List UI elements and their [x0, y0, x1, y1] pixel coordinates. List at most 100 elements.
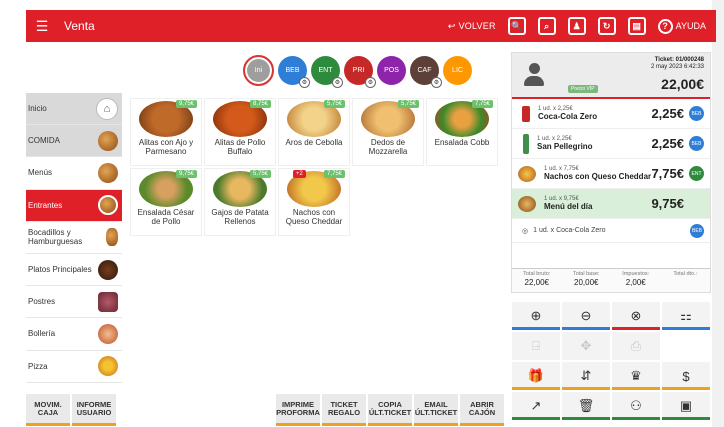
- menu-subline[interactable]: ◎ 1 ud. x Coca-Cola Zero BEB: [512, 219, 710, 243]
- product-tile[interactable]: 9,75€ Ensalada César de Pollo: [131, 169, 201, 235]
- category-circle-pos[interactable]: POS: [377, 56, 406, 85]
- add-icon[interactable]: ⊕: [512, 302, 560, 330]
- line-name: Menú del día: [544, 202, 593, 211]
- ticket-number: Ticket: 01/000248: [654, 57, 704, 63]
- sync-icon[interactable]: ↻: [597, 17, 616, 35]
- category-circle-beb[interactable]: BEB ⚙: [278, 56, 310, 88]
- gift-ticket-button[interactable]: TICKET REGALO: [322, 394, 366, 426]
- category-circle-ini[interactable]: Ini: [243, 55, 274, 86]
- sidebar-item-comida[interactable]: COMIDA: [26, 125, 122, 158]
- search-ticket-icon[interactable]: ⌕: [537, 17, 556, 35]
- product-tile[interactable]: 5,75€ Dedos de Mozzarella: [353, 99, 423, 165]
- product-tile[interactable]: 7,75€ Ensalada Cobb: [427, 99, 497, 165]
- split-icon[interactable]: ⚏: [662, 302, 710, 330]
- open-drawer-button[interactable]: ABRIR CAJÓN: [460, 394, 504, 426]
- total-base-label: Total base:: [572, 271, 600, 277]
- home-icon: ⌂: [96, 97, 118, 120]
- price-icon[interactable]: $: [662, 362, 710, 390]
- sidebar-item-inicio[interactable]: Inicio ⌂: [26, 93, 122, 126]
- total-base: Total base: 20,00€: [562, 269, 612, 292]
- ticket-actions: ⊕ ⊖ ⊗ ⚏ ⍈ ✥ ⎙ 🎁 ⇵ ♛ $ ↗ 🗑 ⚇ ▣: [512, 302, 710, 420]
- email-last-ticket-button[interactable]: EMAIL ÚLT.TICKET: [414, 394, 458, 426]
- help-icon: ?: [657, 18, 673, 34]
- category-circle-lic[interactable]: LIC: [443, 56, 472, 85]
- settings-mini-icon: ⚙: [431, 77, 442, 88]
- sidebar-item-bocadillos[interactable]: Bocadillos y Hamburguesas: [26, 221, 122, 254]
- sidebar-item-label: Entrantes: [28, 200, 63, 210]
- help-label: AYUDA: [675, 21, 706, 31]
- category-circle-ent[interactable]: ENT ⚙: [311, 56, 343, 88]
- transfer-icon[interactable]: ✥: [562, 332, 610, 360]
- line-category-badge: BEB: [689, 106, 704, 121]
- sidebar-item-entrantes[interactable]: Entrantes: [26, 189, 122, 222]
- price-badge: 5,75€: [323, 100, 345, 108]
- category-circle-label: PRI: [352, 67, 365, 74]
- copy-last-ticket-button[interactable]: COPIA ÚLT.TICKET: [368, 394, 412, 426]
- ticket-line[interactable]: 1 ud. x 7,75€ Nachos con Queso Cheddar 7…: [512, 159, 710, 189]
- swap-icon[interactable]: ⇵: [562, 362, 610, 390]
- customer-avatar-icon: [524, 63, 544, 87]
- gift-icon[interactable]: 🎁: [512, 362, 560, 390]
- menu-icon[interactable]: ☰: [26, 18, 58, 35]
- line-category-badge: BEB: [689, 136, 704, 151]
- product-tile[interactable]: 9,75€ Alitas con Ajo y Parmesano: [131, 99, 201, 165]
- sidebar-item-label: Platos Principales: [28, 265, 92, 275]
- pizza-thumb-icon: [98, 356, 118, 377]
- subline-icon: ◎: [522, 227, 529, 235]
- product-tile[interactable]: 8,75€ Alitas de Pollo Buffalo: [205, 99, 275, 165]
- back-arrow-icon: ↩: [447, 20, 456, 31]
- cola-can-icon: [522, 105, 530, 122]
- category-circle-label: Ini: [254, 67, 263, 74]
- line-text: 1 ud. x 7,75€ Nachos con Queso Cheddar: [544, 166, 651, 181]
- bottom-bar: MOVIM. CAJA INFORME USUARIO IMPRIME PROF…: [26, 394, 504, 426]
- settings-mini-icon: ⚙: [299, 77, 310, 88]
- sidebar-item-menus[interactable]: Menús: [26, 157, 122, 190]
- sidebar-item-bolleria[interactable]: Bollería: [26, 318, 122, 351]
- print-icon[interactable]: ⎙: [612, 332, 660, 360]
- ticket-line-selected[interactable]: 1 ud. x 9,75€ Menú del día 9,75€: [512, 189, 710, 219]
- total-gross-label: Total bruto:: [523, 271, 551, 277]
- product-tile[interactable]: 5,75€ Gajos de Patata Rellenos: [205, 169, 275, 235]
- total-tax: Impuestos: 2,00€: [611, 269, 661, 292]
- total-tax-value: 2,00€: [625, 278, 646, 287]
- sidebar-item-postres[interactable]: Postres: [26, 286, 122, 319]
- ticket-line[interactable]: 1 ud. x 2,25€ San Pellegrino 2,25€ BEB: [512, 129, 710, 159]
- sidebar-item-platos[interactable]: Platos Principales: [26, 253, 122, 287]
- back-button[interactable]: ↩ VOLVER: [448, 21, 496, 32]
- product-tile[interactable]: +2 7,75€ Nachos con Queso Cheddar: [279, 169, 349, 235]
- page-title: Venta: [64, 19, 95, 33]
- trash-icon[interactable]: 🗑: [562, 392, 610, 420]
- person-money-icon[interactable]: ♟: [567, 17, 586, 35]
- top-actions: ↩ VOLVER 🔍 ⌕ ♟ ↻ ▤ ? AYUDA: [448, 17, 716, 35]
- ticket-line[interactable]: 1 ud. x 2,25€ Coca-Cola Zero 2,25€ BEB: [512, 99, 710, 129]
- move-icon[interactable]: ⍈: [512, 332, 560, 360]
- price-badge: 8,75€: [249, 100, 271, 108]
- print-proforma-button[interactable]: IMPRIME PROFORMA: [276, 394, 320, 426]
- save-icon[interactable]: ▤: [627, 17, 646, 35]
- category-circle-pri[interactable]: PRI ⚙: [344, 56, 376, 88]
- line-amount: 2,25€: [651, 136, 684, 151]
- sandwich-thumb-icon: [106, 228, 118, 247]
- search-receipt-icon[interactable]: 🔍: [507, 17, 526, 35]
- delete-line-icon[interactable]: ⊗: [612, 302, 660, 330]
- category-circle-caf[interactable]: CAF ⚙: [410, 56, 442, 88]
- product-tile[interactable]: 5,75€ Aros de Cebolla: [279, 99, 349, 165]
- help-button[interactable]: ? AYUDA: [657, 18, 706, 34]
- edit-icon[interactable]: ↗: [512, 392, 560, 420]
- sidebar-item-label: Bocadillos y Hamburguesas: [28, 228, 83, 247]
- sidebar-item-pizza[interactable]: Pizza: [26, 350, 122, 383]
- price-badge: 7,75€: [471, 100, 493, 108]
- category-circle-label: BEB: [285, 67, 300, 74]
- user-report-button[interactable]: INFORME USUARIO: [72, 394, 116, 426]
- product-name: Alitas de Pollo Buffalo: [214, 138, 266, 156]
- pay-icon[interactable]: ▣: [662, 392, 710, 420]
- line-name: Coca-Cola Zero: [538, 112, 598, 121]
- customer-icon[interactable]: ⚇: [612, 392, 660, 420]
- cash-movement-button[interactable]: MOVIM. CAJA: [26, 394, 70, 426]
- nachos-icon: [518, 165, 536, 182]
- subtract-icon[interactable]: ⊖: [562, 302, 610, 330]
- starter-thumb-icon: [98, 195, 118, 216]
- chef-hat-icon[interactable]: ♛: [612, 362, 660, 390]
- customer-header[interactable]: Precio VIP Ticket: 01/000248 2 may 2023 …: [512, 53, 710, 99]
- product-name: Aros de Cebolla: [285, 138, 343, 147]
